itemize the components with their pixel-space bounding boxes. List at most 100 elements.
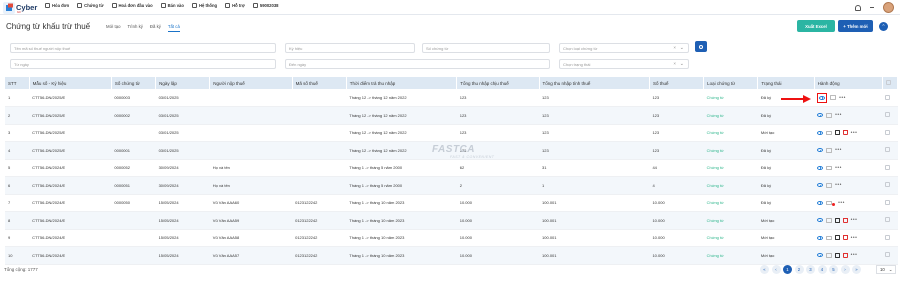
view-icon[interactable] <box>817 165 824 170</box>
view-icon[interactable] <box>819 95 826 100</box>
message-icon[interactable] <box>826 218 833 223</box>
delete-icon[interactable] <box>843 130 848 136</box>
menu-hoa-don-dau-vao[interactable]: Hoá đơn đầu vào <box>111 3 153 8</box>
row-checkbox[interactable] <box>885 112 891 118</box>
row-checkbox[interactable] <box>885 164 891 170</box>
tab-tat-ca[interactable]: Tất cả <box>167 24 180 32</box>
table-row[interactable]: 8 CTT56-DN/2024/E 15/05/2024 Vũ Văn AAA59 01… <box>5 211 898 230</box>
tu-ngay-input[interactable]: Từ ngày <box>10 59 276 69</box>
view-icon[interactable] <box>817 130 824 135</box>
menu-hotline[interactable]: 59002038 <box>252 3 279 8</box>
message-icon[interactable] <box>830 95 837 100</box>
more-icon[interactable]: ••• <box>851 130 858 136</box>
menu-hoa-don[interactable]: Hóa đơn <box>45 3 69 8</box>
col-select-all[interactable] <box>882 77 899 89</box>
menu-he-thong[interactable]: Hệ thống <box>191 3 217 8</box>
more-icon[interactable]: ••• <box>851 252 858 258</box>
view-icon[interactable] <box>817 148 824 153</box>
more-icon[interactable]: ••• <box>851 235 858 241</box>
message-icon[interactable] <box>826 165 833 170</box>
message-icon[interactable] <box>826 253 833 258</box>
clear-icon[interactable]: × <box>673 45 676 50</box>
first-page-button[interactable]: « <box>760 265 769 274</box>
bell-icon[interactable] <box>855 4 861 11</box>
table-row[interactable]: 1 CTT56-DN/2025/E 0000003 03/01/2025 Tháng 1… <box>5 89 898 107</box>
menu-ho-tro[interactable]: Hỗ trợ <box>225 3 245 8</box>
col-ngay-lap[interactable]: Ngày lập <box>155 77 211 89</box>
trang-thai-select[interactable]: Chọn trạng thái × ⌄ <box>559 59 689 69</box>
more-icon[interactable]: ••• <box>839 95 846 101</box>
table-row[interactable]: 2 CTT56-DN/2025/E 0000002 03/01/2025 Tháng 1… <box>5 106 898 125</box>
next-page-button[interactable]: › <box>840 265 850 274</box>
page-4-button[interactable]: 4 <box>817 265 827 274</box>
tab-da-ky[interactable]: Đã ký <box>150 24 161 32</box>
table-row[interactable]: 9 CTT56-DN/2024/E 15/05/2024 Vũ Văn AAA58 01… <box>5 229 898 247</box>
message-icon[interactable] <box>826 113 833 118</box>
loai-chung-tu-select[interactable]: Chọn loại chứng từ × ⌄ <box>559 43 689 53</box>
page-3-button[interactable]: 3 <box>806 265 815 274</box>
row-checkbox[interactable] <box>885 147 891 153</box>
tab-moi-tao[interactable]: Mới tạo <box>106 24 121 32</box>
row-checkbox[interactable] <box>885 129 891 135</box>
message-icon[interactable] <box>826 235 833 240</box>
col-mau-so[interactable]: Mẫu số - Ký hiệu <box>29 77 112 89</box>
select-all-checkbox[interactable] <box>885 80 891 85</box>
search-button[interactable] <box>695 41 707 52</box>
view-icon[interactable] <box>817 235 824 240</box>
col-trang-thai[interactable]: Trạng thái <box>757 77 815 89</box>
row-checkbox[interactable] <box>885 199 891 205</box>
delete-icon[interactable] <box>843 217 848 223</box>
col-so-chung-tu[interactable]: Số chứng từ <box>111 77 157 89</box>
avatar[interactable] <box>883 2 894 13</box>
view-icon[interactable] <box>817 200 824 205</box>
ky-hieu-input[interactable]: Ký hiệu <box>285 43 415 53</box>
tab-trinh-ky[interactable]: Trình ký <box>128 24 143 32</box>
more-icon[interactable]: ••• <box>838 200 845 206</box>
menu-ban-vao[interactable]: Bán vào <box>160 3 184 8</box>
table-row[interactable]: 7 CTT56-DN/2024/E 0000050 15/05/2024 Vũ Văn … <box>5 194 898 212</box>
col-loai-chung-tu[interactable]: Loại chứng từ <box>703 77 759 89</box>
page-size-select[interactable]: 10 ⌄ <box>876 265 896 274</box>
delete-icon[interactable] <box>843 235 848 241</box>
edit-icon[interactable] <box>835 252 841 258</box>
message-icon[interactable] <box>826 148 833 153</box>
row-checkbox[interactable] <box>885 94 891 100</box>
last-page-button[interactable]: » <box>852 265 861 274</box>
table-row[interactable]: 5 CTT56-DN/2024/E 0000052 30/09/2024 Họ và t… <box>5 159 898 177</box>
page-5-button[interactable]: 5 <box>829 265 838 274</box>
col-ma-so-thue[interactable]: Mã số thuế <box>292 77 347 89</box>
col-so-thue[interactable]: Số thuế <box>649 77 705 89</box>
edit-icon[interactable] <box>835 217 841 223</box>
export-excel-button[interactable]: Xuất Excel <box>797 20 835 32</box>
view-icon[interactable] <box>817 113 824 118</box>
view-icon[interactable] <box>817 253 824 258</box>
more-icon[interactable]: ••• <box>851 217 858 223</box>
prev-page-button[interactable]: ‹ <box>771 265 781 274</box>
delete-icon[interactable] <box>843 252 848 258</box>
more-icon[interactable]: ••• <box>835 112 842 118</box>
row-checkbox[interactable] <box>885 252 891 258</box>
collapse-filter-button[interactable]: ⌃ <box>879 22 888 31</box>
message-icon[interactable] <box>826 183 833 188</box>
table-row[interactable]: 3 CTT56-DN/2025/E 03/01/2025 Tháng 12 -> th… <box>5 124 898 142</box>
col-nguoi-nop-thue[interactable]: Người nộp thuế <box>209 77 293 89</box>
table-row[interactable]: 6 CTT56-DN/2024/E 0000051 30/09/2024 Họ và t… <box>5 176 898 195</box>
clear-icon[interactable]: × <box>673 61 676 66</box>
menu-chung-tu[interactable]: Chứng từ <box>77 3 104 8</box>
edit-icon[interactable] <box>835 235 841 241</box>
view-icon[interactable] <box>817 183 824 188</box>
col-tong-chiu-thue[interactable]: Tổng thu nhập chịu thuế <box>456 77 540 89</box>
page-2-button[interactable]: 2 <box>794 265 804 274</box>
edit-icon[interactable] <box>835 130 841 136</box>
minus-icon[interactable] <box>870 7 874 8</box>
so-chung-tu-input[interactable]: Số chứng từ <box>422 43 550 53</box>
add-new-button[interactable]: + Thêm mới <box>838 20 873 32</box>
more-icon[interactable]: ••• <box>835 165 842 171</box>
row-checkbox[interactable] <box>885 217 891 223</box>
page-1-button[interactable]: 1 <box>783 265 792 274</box>
more-icon[interactable]: ••• <box>835 182 842 188</box>
col-stt[interactable]: STT <box>5 77 30 89</box>
message-icon[interactable] <box>826 130 833 135</box>
more-icon[interactable]: ••• <box>835 147 842 153</box>
row-checkbox[interactable] <box>885 182 891 188</box>
